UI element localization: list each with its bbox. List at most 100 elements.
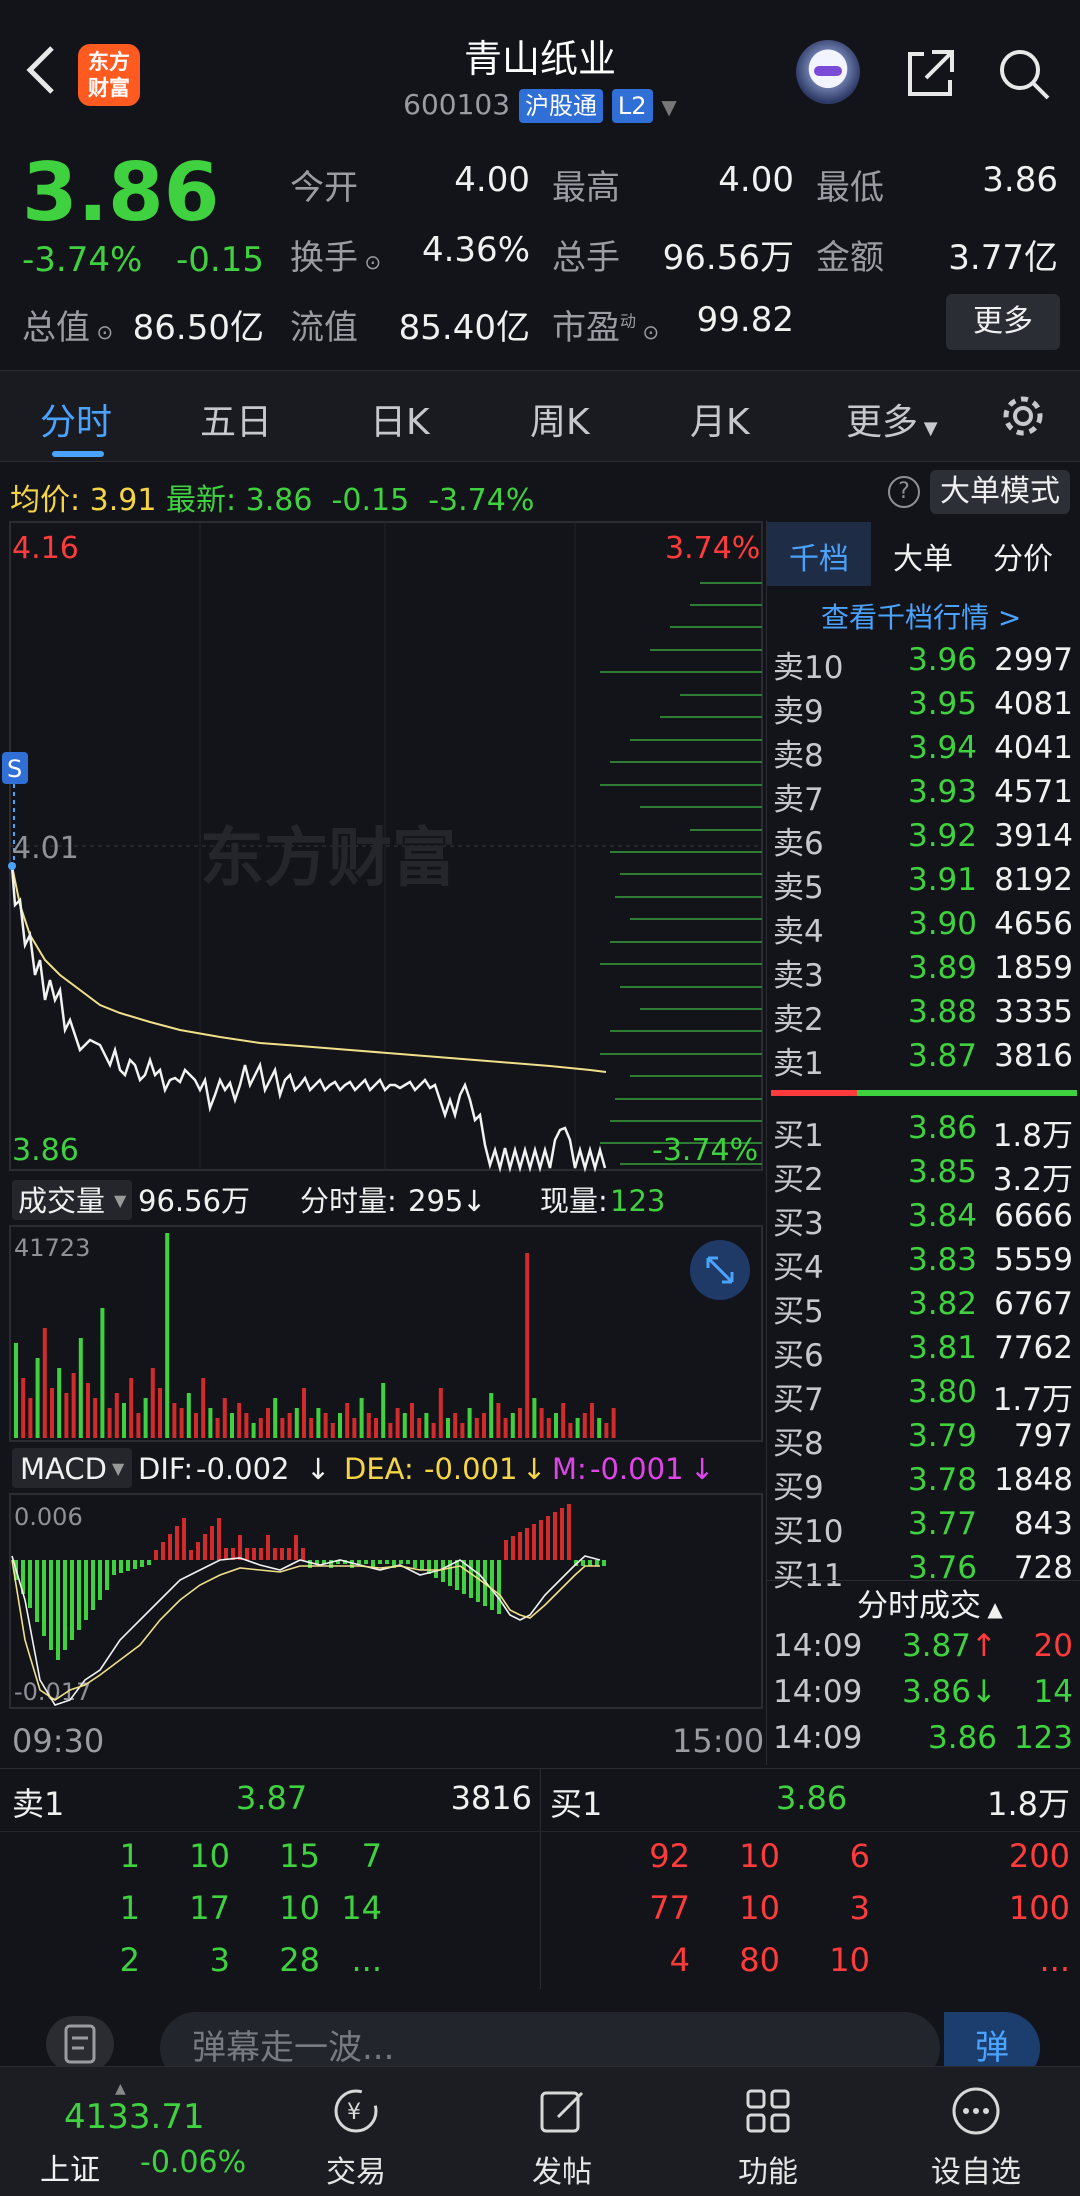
more-quote-button[interactable]: 更多 (946, 294, 1060, 350)
volume-bar (294, 1408, 299, 1438)
macd-bar (476, 1560, 480, 1602)
ask-row[interactable]: 卖6 3.92 3914 (767, 818, 1080, 862)
volume-bar (597, 1418, 602, 1438)
index-value[interactable]: 4133.71 (64, 2097, 205, 2137)
volume-bar (230, 1413, 234, 1438)
tab-daily-k[interactable]: 日K (370, 393, 430, 445)
avg-price-line (11, 865, 607, 1073)
amount-value: 3.77亿 (948, 238, 1058, 278)
open-label: 今开 (290, 168, 358, 208)
svg-text:¥: ¥ (347, 2100, 361, 2125)
macd-bar (273, 1548, 277, 1560)
robot-assistant-icon[interactable] (796, 40, 860, 104)
macd-bar (511, 1536, 515, 1560)
tab-five-day[interactable]: 五日 (200, 393, 272, 445)
m-label: M: (552, 1452, 587, 1486)
qb-buy-cell: 92 (649, 1837, 690, 1875)
bid-row[interactable]: 买8 3.79 797 (767, 1418, 1080, 1462)
bid-row[interactable]: 买5 3.82 6767 (767, 1286, 1080, 1330)
macd-bar (455, 1560, 459, 1590)
tab-more[interactable]: 更多 ▼ (846, 393, 938, 445)
intraday-chart[interactable]: 东方财富 S 4.16 3.74% 4.01 3.86 -3.74% 成交量 ▼… (0, 520, 766, 1770)
tick-volume-value: 295 (408, 1184, 463, 1218)
ask-row[interactable]: 卖1 3.87 3816 (767, 1038, 1080, 1082)
comment-list-icon[interactable] (44, 2014, 116, 2074)
svg-text:▼: ▼ (112, 1459, 125, 1478)
trade-row: 14:09 3.86 123 (767, 1720, 1080, 1764)
bid-volume: 1.8万 (992, 1118, 1073, 1154)
share-icon[interactable] (900, 44, 960, 104)
macd-bar (245, 1548, 249, 1560)
amount-label: 金额 (816, 238, 884, 278)
ask-volume: 3816 (994, 1038, 1073, 1074)
bid-row[interactable]: 买9 3.78 1848 (767, 1462, 1080, 1506)
bid-label: 买2 (773, 1162, 824, 1198)
bid-row[interactable]: 买10 3.77 843 (767, 1506, 1080, 1550)
volume-bar (518, 1408, 522, 1438)
macd-bar (490, 1560, 494, 1610)
macd-bar (133, 1560, 137, 1569)
index-name: 上证 (40, 2153, 100, 2188)
qb-buy-label: 买1 (550, 1785, 603, 1823)
bid-row[interactable]: 买6 3.81 7762 (767, 1330, 1080, 1374)
ob-tab-big-order[interactable]: 大单 (893, 534, 953, 578)
ob-tab-price-dist[interactable]: 分价 (993, 534, 1053, 578)
nav-add-watchlist[interactable]: 设自选 (906, 2067, 1046, 2191)
change-amount: -0.15 (176, 240, 264, 280)
macd-bar (161, 1542, 165, 1560)
nav-post[interactable]: 发帖 (492, 2067, 632, 2191)
macd-bar (462, 1560, 466, 1594)
volume-bar (568, 1423, 573, 1438)
macd-bar (420, 1560, 424, 1570)
ask-row[interactable]: 卖9 3.95 4081 (767, 686, 1080, 730)
trades-header[interactable]: 分时成交 ▲ (857, 1580, 1003, 1625)
bid-price: 3.83 (907, 1242, 977, 1278)
macd-bar (560, 1508, 564, 1560)
bid-row[interactable]: 买7 3.80 1.7万 (767, 1374, 1080, 1418)
tab-weekly-k[interactable]: 周K (530, 393, 590, 445)
ask-row[interactable]: 卖10 3.96 2997 (767, 642, 1080, 686)
ask-row[interactable]: 卖3 3.89 1859 (767, 950, 1080, 994)
macd-bar (126, 1560, 130, 1571)
bid-price: 3.78 (907, 1462, 977, 1498)
ask-row[interactable]: 卖5 3.91 8192 (767, 862, 1080, 906)
qb-buy-cell: 100 (1008, 1889, 1070, 1927)
view-depth-link[interactable]: 查看千档行情 > (821, 596, 1021, 636)
macd-bar (28, 1560, 32, 1608)
volume-bar (402, 1413, 407, 1438)
qb-sell-cell: 14 (341, 1889, 382, 1927)
nav-trade[interactable]: ¥ 交易 (286, 2067, 426, 2191)
market-cap-value: 86.50亿 (132, 308, 264, 348)
qb-sell-cell: 28 (279, 1941, 320, 1979)
macd-bar (301, 1548, 305, 1560)
volume-bar (122, 1403, 126, 1438)
volume-bar (222, 1398, 227, 1438)
tab-intraday[interactable]: 分时 (40, 393, 112, 445)
volume-bar (21, 1378, 26, 1438)
macd-bar (112, 1560, 116, 1575)
bid-price: 3.79 (907, 1418, 977, 1454)
nav-functions[interactable]: 功能 (698, 2067, 838, 2191)
help-icon[interactable]: ? (888, 476, 920, 508)
ask-row[interactable]: 卖7 3.93 4571 (767, 774, 1080, 818)
macd-bar (539, 1520, 543, 1560)
bid-row[interactable]: 买1 3.86 1.8万 (767, 1110, 1080, 1154)
tab-monthly-k[interactable]: 月K (690, 393, 750, 445)
bid-row[interactable]: 买4 3.83 5559 (767, 1242, 1080, 1286)
volume-bar (172, 1403, 177, 1438)
price-high-label: 4.16 (12, 531, 79, 566)
macd-bar (287, 1548, 291, 1560)
pct-low-label: -3.74% (652, 1133, 758, 1168)
ob-tab-depth[interactable]: 千档 (789, 534, 849, 578)
search-icon[interactable] (994, 44, 1054, 104)
volume-bar (410, 1403, 414, 1438)
ask-row[interactable]: 卖4 3.90 4656 (767, 906, 1080, 950)
volume-bars (14, 1233, 616, 1438)
ask-row[interactable]: 卖8 3.94 4041 (767, 730, 1080, 774)
big-order-mode-button[interactable]: 大单模式 (930, 470, 1070, 514)
bid-price: 3.77 (907, 1506, 977, 1542)
settings-gear-icon[interactable] (998, 391, 1048, 441)
bid-row[interactable]: 买2 3.85 3.2万 (767, 1154, 1080, 1198)
bid-row[interactable]: 买3 3.84 6666 (767, 1198, 1080, 1242)
ask-row[interactable]: 卖2 3.88 3335 (767, 994, 1080, 1038)
